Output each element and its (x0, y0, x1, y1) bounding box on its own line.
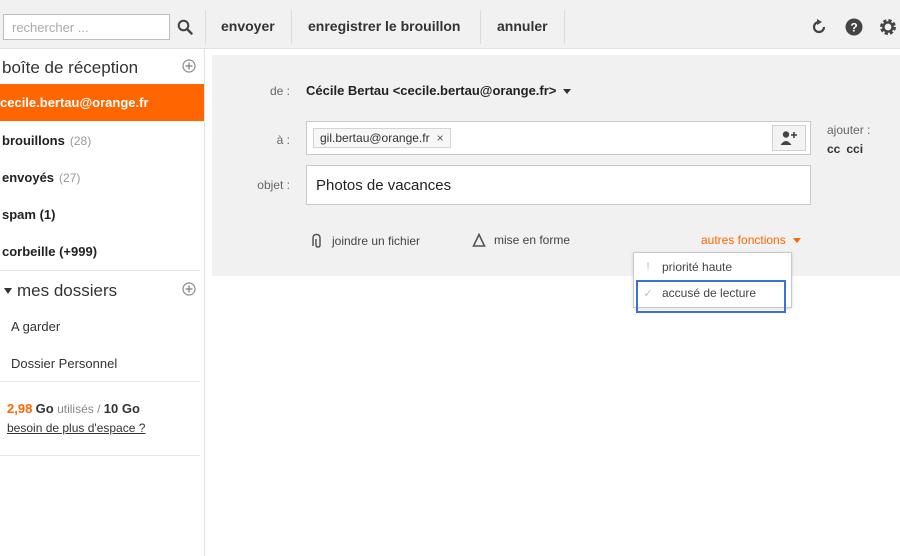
more-functions-menu: ! priorité haute ✓ accusé de lecture (633, 252, 792, 308)
caret-down-icon (563, 89, 572, 95)
folders-title-text: mes dossiers (17, 280, 118, 300)
search-input[interactable] (4, 15, 169, 39)
storage-used-text: utilisés / (57, 402, 101, 416)
add-plus-icon[interactable] (182, 59, 196, 73)
search-button[interactable] (174, 16, 196, 38)
add-recipients: ajouter : cc cci (827, 123, 870, 156)
settings-gear-icon[interactable] (879, 18, 897, 36)
sidebar-folders-header[interactable]: mes dossiers (0, 272, 204, 309)
format-label: mise en forme (494, 233, 571, 247)
storage-info: 2,98 Go utilisés / 10 Go besoin de plus … (7, 401, 145, 435)
check-icon: ✓ (643, 287, 653, 300)
cci-link[interactable]: cci (846, 142, 863, 156)
sidebar-item-sent[interactable]: envoyés (27) (0, 159, 204, 196)
text-format-icon (472, 233, 486, 247)
cc-link[interactable]: cc (827, 142, 840, 156)
sidebar-item-label: brouillons (2, 133, 65, 148)
sidebar-divider (0, 455, 200, 456)
add-label: ajouter : (827, 123, 871, 137)
toolbar-divider (205, 10, 206, 44)
svg-text:?: ? (850, 21, 857, 35)
priority-icon: ! (646, 261, 650, 273)
recipient-chip-label: gil.bertau@orange.fr (320, 131, 430, 145)
more-space-link[interactable]: besoin de plus d'espace ? (7, 421, 145, 435)
attach-file-button[interactable]: joindre un fichier (310, 233, 420, 249)
to-label: à : (276, 133, 290, 147)
more-functions-button[interactable]: autres fonctions (701, 233, 801, 247)
search-icon (177, 19, 193, 35)
from-selector[interactable]: Cécile Bertau <cecile.bertau@orange.fr> (306, 83, 572, 98)
attach-file-label: joindre un fichier (332, 234, 421, 248)
subject-label: objet : (257, 178, 290, 192)
menu-item-read-receipt[interactable]: ✓ accusé de lecture (634, 281, 791, 305)
compose-panel: de : Cécile Bertau <cecile.bertau@orange… (212, 55, 900, 276)
sidebar-item-count: (27) (59, 170, 81, 185)
folder-label: A garder (11, 319, 61, 334)
toolbar-divider (480, 10, 481, 44)
sidebar-inbox-header[interactable]: boîte de réception (0, 49, 204, 86)
sidebar-item-label: spam (1) (2, 207, 56, 222)
sidebar-folder-item[interactable]: Dossier Personnel (0, 345, 204, 382)
menu-item-label: priorité haute (662, 260, 733, 274)
caret-down-icon (792, 237, 801, 243)
sidebar-folder-item[interactable]: A garder (0, 308, 204, 345)
send-button[interactable]: envoyer (221, 18, 275, 34)
paperclip-icon (312, 233, 321, 248)
sidebar-item-spam[interactable]: spam (1) (0, 196, 204, 233)
refresh-icon[interactable] (810, 18, 828, 36)
sidebar-divider (0, 270, 200, 271)
subject-input[interactable]: Photos de vacances (306, 165, 811, 205)
storage-total: 10 Go (103, 401, 140, 416)
toolbar-divider (291, 10, 292, 44)
search-box[interactable] (3, 14, 170, 40)
account-label: cecile.bertau@orange.fr (0, 95, 149, 110)
add-contact-button[interactable] (772, 125, 806, 151)
add-contact-icon (780, 131, 797, 145)
storage-used-unit: Go (35, 401, 54, 416)
inbox-title: boîte de réception (2, 57, 139, 77)
recipient-chip[interactable]: gil.bertau@orange.fr × (313, 128, 451, 148)
menu-item-high-priority[interactable]: ! priorité haute (634, 255, 791, 279)
to-field[interactable]: gil.bertau@orange.fr × (306, 121, 811, 155)
toolbar-divider (564, 10, 565, 44)
from-label: de : (269, 84, 290, 98)
format-button[interactable]: mise en forme (472, 233, 570, 247)
save-draft-button[interactable]: enregistrer le brouillon (308, 18, 460, 34)
sidebar-item-count: (28) (69, 133, 92, 148)
from-value: Cécile Bertau <cecile.bertau@orange.fr> (306, 83, 557, 98)
remove-recipient-icon[interactable]: × (437, 131, 444, 145)
cancel-button[interactable]: annuler (497, 18, 548, 34)
sidebar-item-label: corbeille (+999) (2, 244, 98, 259)
more-functions-label: autres fonctions (701, 233, 786, 247)
sidebar-item-drafts[interactable]: brouillons (28) (0, 122, 204, 159)
storage-used: 2,98 (7, 401, 33, 416)
help-icon[interactable]: ? (845, 18, 863, 36)
sidebar-item-label: envoyés (2, 170, 55, 185)
menu-item-label: accusé de lecture (662, 286, 757, 300)
folders-title: mes dossiers (0, 281, 117, 301)
folder-label: Dossier Personnel (11, 356, 118, 371)
sidebar-divider (0, 381, 200, 382)
add-folder-plus-icon[interactable] (182, 282, 196, 296)
top-toolbar: envoyer enregistrer le brouillon annuler… (0, 0, 900, 49)
sidebar-item-account[interactable]: cecile.bertau@orange.fr (0, 84, 204, 121)
sidebar: boîte de réception cecile.bertau@orange.… (0, 49, 205, 556)
caret-down-icon (4, 288, 12, 295)
sidebar-item-trash[interactable]: corbeille (+999) (0, 233, 204, 270)
